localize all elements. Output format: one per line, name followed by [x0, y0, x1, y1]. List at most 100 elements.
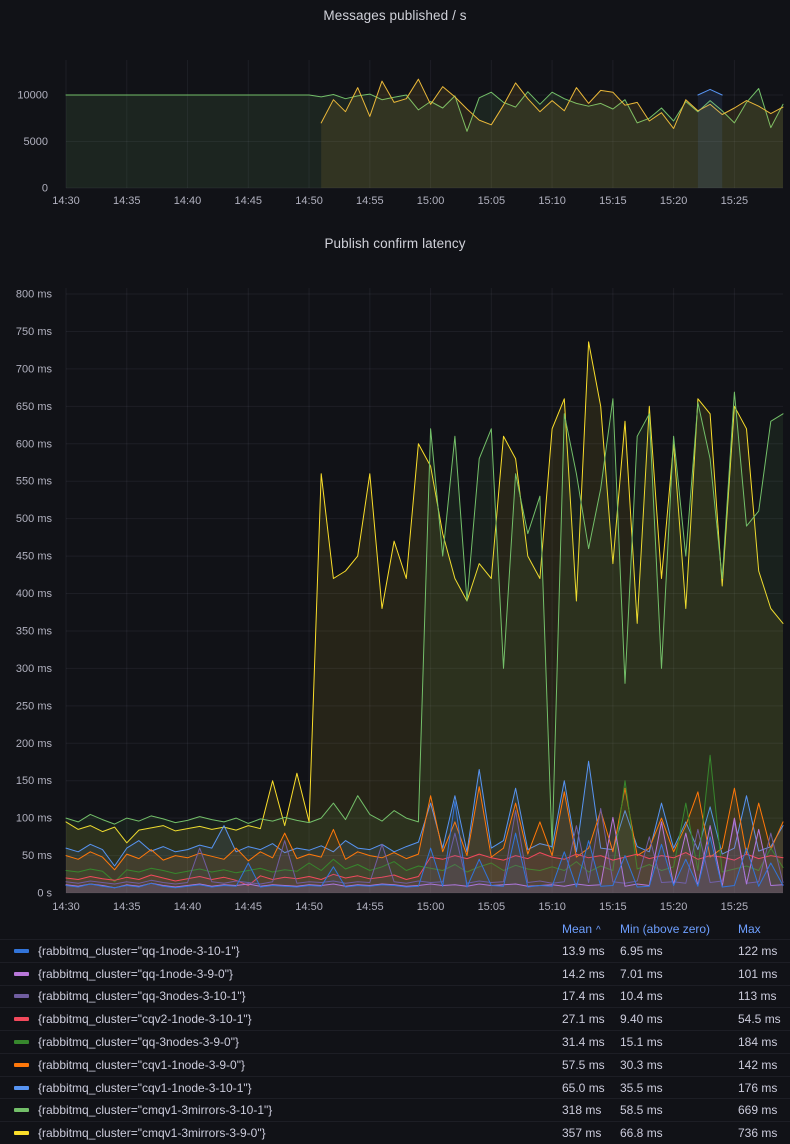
y-axis-tick-label: 700 ms: [16, 363, 53, 375]
y-axis-tick-label: 750 ms: [16, 326, 53, 338]
legend-max-value: 142 ms: [738, 1058, 790, 1072]
series-color-swatch[interactable]: [14, 994, 29, 998]
y-axis-tick-label: 50 ms: [22, 850, 52, 862]
legend-mean-value: 57.5 ms: [562, 1058, 620, 1072]
x-axis-tick-label: 14:50: [295, 195, 323, 207]
x-axis-tick-label: 15:20: [660, 195, 688, 207]
y-axis-tick-label: 600 ms: [16, 438, 53, 450]
x-axis-tick-label: 15:10: [538, 901, 566, 913]
x-axis-tick-label: 15:05: [478, 195, 506, 207]
x-axis-tick-label: 15:05: [478, 901, 506, 913]
legend-min-value: 6.95 ms: [620, 944, 738, 958]
x-axis-tick-label: 14:35: [113, 195, 141, 207]
x-axis-tick-label: 14:35: [113, 901, 141, 913]
legend-header-mean[interactable]: Mean^: [562, 922, 620, 936]
x-axis-tick-label: 14:40: [174, 195, 202, 207]
legend-table: Mean^ Min (above zero) Max {rabbitmq_clu…: [0, 918, 790, 1144]
legend-max-value: 113 ms: [738, 989, 790, 1003]
series-color-swatch[interactable]: [14, 1017, 29, 1021]
legend-row: {rabbitmq_cluster="cqv1-1node-3-10-1"}65…: [0, 1076, 790, 1099]
legend-min-value: 58.5 ms: [620, 1103, 738, 1117]
series-color-swatch[interactable]: [14, 949, 29, 953]
legend-series-label[interactable]: {rabbitmq_cluster="qq-3nodes-3-10-1"}: [38, 989, 562, 1003]
legend-series-label[interactable]: {rabbitmq_cluster="qq-1node-3-10-1"}: [38, 944, 562, 958]
y-axis-tick-label: 100 ms: [16, 813, 53, 825]
legend-series-label[interactable]: {rabbitmq_cluster="cqv1-1node-3-9-0"}: [38, 1058, 562, 1072]
legend-mean-value: 27.1 ms: [562, 1012, 620, 1026]
legend-min-value: 7.01 ms: [620, 967, 738, 981]
grafana-dashboard: Messages published / s 14:30 14:35 14:40 14…: [0, 0, 790, 1144]
y-axis-tick-label: 350 ms: [16, 625, 53, 637]
legend-min-value: 35.5 ms: [620, 1081, 738, 1095]
legend-mean-value: 17.4 ms: [562, 989, 620, 1003]
y-axis-tick-label: 300 ms: [16, 663, 53, 675]
series-color-swatch[interactable]: [14, 972, 29, 976]
x-axis-tick-label: 15:15: [599, 901, 627, 913]
plot-area[interactable]: [66, 288, 783, 893]
series-color-swatch[interactable]: [14, 1131, 29, 1135]
legend-min-value: 15.1 ms: [620, 1035, 738, 1049]
legend-series-label[interactable]: {rabbitmq_cluster="qq-1node-3-9-0"}: [38, 967, 562, 981]
series-color-swatch[interactable]: [14, 1108, 29, 1112]
y-axis-tick-label: 200 ms: [16, 738, 53, 750]
legend-row: {rabbitmq_cluster="cmqv1-3mirrors-3-10-1…: [0, 1098, 790, 1121]
x-axis-tick-label: 14:45: [235, 901, 263, 913]
legend-series-label[interactable]: {rabbitmq_cluster="cmqv1-3mirrors-3-9-0"…: [38, 1126, 562, 1140]
legend-max-value: 101 ms: [738, 967, 790, 981]
legend-min-value: 9.40 ms: [620, 1012, 738, 1026]
x-axis-tick-label: 14:40: [174, 901, 202, 913]
x-axis-tick-label: 15:10: [538, 195, 566, 207]
y-axis-tick-label: 0 s: [37, 888, 52, 900]
legend-mean-value: 65.0 ms: [562, 1081, 620, 1095]
panel-title-messages-published: Messages published / s: [0, 8, 790, 23]
legend-series-label[interactable]: {rabbitmq_cluster="cqv1-1node-3-10-1"}: [38, 1081, 562, 1095]
y-axis-tick-label: 450 ms: [16, 551, 53, 563]
panel-title-publish-confirm-latency: Publish confirm latency: [0, 236, 790, 251]
y-axis-tick-label: 800 ms: [16, 289, 53, 301]
series-color-swatch[interactable]: [14, 1086, 29, 1090]
legend-row: {rabbitmq_cluster="cqv2-1node-3-10-1"}27…: [0, 1007, 790, 1030]
legend-mean-value: 31.4 ms: [562, 1035, 620, 1049]
legend-min-value: 66.8 ms: [620, 1126, 738, 1140]
legend-max-value: 54.5 ms: [738, 1012, 790, 1026]
x-axis-tick-label: 15:00: [417, 195, 445, 207]
legend-header-max[interactable]: Max: [738, 922, 790, 936]
legend-series-label[interactable]: {rabbitmq_cluster="cqv2-1node-3-10-1"}: [38, 1012, 562, 1026]
x-axis-tick-label: 14:45: [235, 195, 263, 207]
legend-max-value: 736 ms: [738, 1126, 790, 1140]
legend-row: {rabbitmq_cluster="cmqv1-3mirrors-3-9-0"…: [0, 1121, 790, 1144]
legend-row: {rabbitmq_cluster="qq-3nodes-3-10-1"}17.…: [0, 985, 790, 1008]
x-axis-tick-label: 14:50: [295, 901, 323, 913]
y-axis-tick-label: 0: [42, 183, 48, 195]
y-axis-tick-label: 500 ms: [16, 513, 53, 525]
legend-mean-value: 13.9 ms: [562, 944, 620, 958]
legend-row: {rabbitmq_cluster="cqv1-1node-3-9-0"}57.…: [0, 1053, 790, 1076]
messages-published-chart[interactable]: 14:3014:3514:4014:4514:5014:5515:0015:05…: [0, 24, 790, 216]
legend-max-value: 669 ms: [738, 1103, 790, 1117]
legend-mean-value: 357 ms: [562, 1126, 620, 1140]
sort-ascending-icon: ^: [596, 925, 601, 936]
y-axis-tick-label: 150 ms: [16, 775, 53, 787]
legend-series-label[interactable]: {rabbitmq_cluster="qq-3nodes-3-9-0"}: [38, 1035, 562, 1049]
series-color-swatch[interactable]: [14, 1063, 29, 1067]
legend-row: {rabbitmq_cluster="qq-1node-3-9-0"}14.2 …: [0, 962, 790, 985]
legend-row: {rabbitmq_cluster="qq-1node-3-10-1"}13.9…: [0, 939, 790, 962]
legend-max-value: 122 ms: [738, 944, 790, 958]
y-axis-tick-label: 650 ms: [16, 401, 53, 413]
legend-series-label[interactable]: {rabbitmq_cluster="cmqv1-3mirrors-3-10-1…: [38, 1103, 562, 1117]
legend-header-min[interactable]: Min (above zero): [620, 922, 738, 936]
publish-confirm-latency-chart[interactable]: 14:3014:3514:4014:4514:5014:5515:0015:05…: [0, 258, 790, 918]
x-axis-tick-label: 15:25: [721, 901, 749, 913]
y-axis-tick-label: 5000: [24, 136, 48, 148]
legend-min-value: 10.4 ms: [620, 989, 738, 1003]
y-axis-tick-label: 250 ms: [16, 700, 53, 712]
legend-max-value: 176 ms: [738, 1081, 790, 1095]
x-axis-tick-label: 14:30: [52, 195, 80, 207]
legend-max-value: 184 ms: [738, 1035, 790, 1049]
x-axis-tick-label: 15:00: [417, 901, 445, 913]
legend-row: {rabbitmq_cluster="qq-3nodes-3-9-0"}31.4…: [0, 1030, 790, 1053]
plot-area[interactable]: [66, 60, 783, 188]
x-axis-tick-label: 15:25: [721, 195, 749, 207]
series-color-swatch[interactable]: [14, 1040, 29, 1044]
y-axis-tick-label: 10000: [17, 90, 48, 102]
